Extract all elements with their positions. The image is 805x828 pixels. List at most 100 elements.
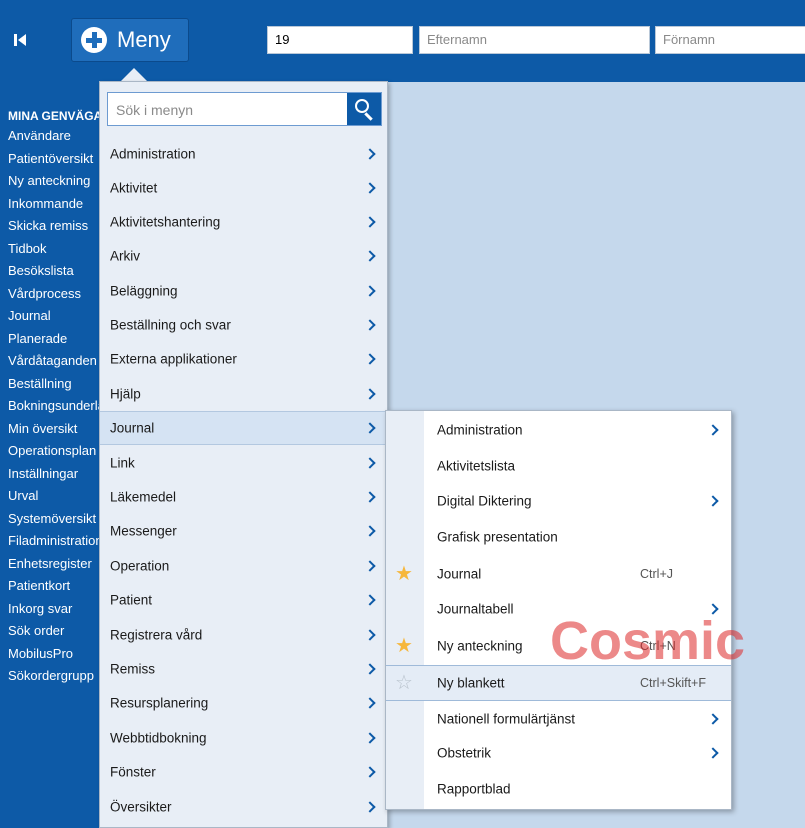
chevron-right-icon xyxy=(364,250,376,262)
chevron-right-icon xyxy=(364,732,376,744)
sidebar-item[interactable]: Operationsplan xyxy=(8,443,96,458)
chevron-right-icon xyxy=(364,319,376,331)
menu-item-aktivitet[interactable]: Aktivitet xyxy=(100,171,387,205)
chevron-right-icon xyxy=(364,594,376,606)
collapse-sidebar-icon[interactable] xyxy=(14,30,34,50)
sidebar-item[interactable]: Vårdåtaganden xyxy=(8,353,97,368)
sidebar-item[interactable]: Besökslista xyxy=(8,263,74,278)
menu-item-journal[interactable]: Journal xyxy=(100,411,387,445)
sidebar-item[interactable]: Skicka remiss xyxy=(8,218,88,233)
menu-search-placeholder: Sök i menyn xyxy=(116,102,194,118)
sidebar-item[interactable]: Journal xyxy=(8,308,51,323)
search-icon xyxy=(355,99,369,113)
menu-item-fonster[interactable]: Fönster xyxy=(100,755,387,789)
menu-item-link[interactable]: Link xyxy=(100,446,387,480)
chevron-right-icon xyxy=(364,182,376,194)
submenu-item-grafisk-presentation[interactable]: Grafisk presentation xyxy=(386,519,731,555)
sidebar-item[interactable]: Vårdprocess xyxy=(8,286,81,301)
menu-item-messenger[interactable]: Messenger xyxy=(100,514,387,548)
menu-item-webbtidbokning[interactable]: Webbtidbokning xyxy=(100,721,387,755)
menu-item-aktivitetshantering[interactable]: Aktivitetshantering xyxy=(100,205,387,239)
sidebar-item[interactable]: Planerade xyxy=(8,331,67,346)
sidebar-heading: MINA GENVÄGAR xyxy=(8,109,110,123)
sidebar-item[interactable]: Bokningsunderlag xyxy=(8,398,110,413)
submenu-item-digital-diktering[interactable]: Digital Diktering xyxy=(386,483,731,519)
chevron-right-icon xyxy=(364,766,376,778)
menu-item-arkiv[interactable]: Arkiv xyxy=(100,239,387,273)
shortcut-text: Ctrl+Skift+F xyxy=(640,676,706,690)
menu-item-patient[interactable]: Patient xyxy=(100,583,387,617)
sidebar-item[interactable]: Inställningar xyxy=(8,466,78,481)
chevron-right-icon xyxy=(364,629,376,641)
favorite-star-icon[interactable]: ★ xyxy=(395,564,413,584)
menu-pointer-arrow xyxy=(120,68,148,82)
submenu-item-journal[interactable]: ★ Journal Ctrl+J xyxy=(386,556,731,592)
chevron-right-icon xyxy=(364,285,376,297)
menu-item-administration[interactable]: Administration xyxy=(100,137,387,171)
sidebar-item[interactable]: Tidbok xyxy=(8,241,47,256)
submenu-item-ny-anteckning[interactable]: ★ Ny anteckning Ctrl+N xyxy=(386,628,731,664)
sidebar-item[interactable]: Min översikt xyxy=(8,421,77,436)
sidebar-item[interactable]: Sök order xyxy=(8,623,64,638)
chevron-right-icon xyxy=(707,424,719,436)
sidebar-item[interactable]: Ny anteckning xyxy=(8,173,90,188)
chevron-right-icon xyxy=(364,422,376,434)
submenu-item-nationell-formulartjanst[interactable]: Nationell formulärtjänst xyxy=(386,701,731,737)
sidebar-item[interactable]: Patientkort xyxy=(8,578,70,593)
submenu-item-journaltabell[interactable]: Journaltabell xyxy=(386,591,731,627)
submenu-item-aktivitetslista[interactable]: Aktivitetslista xyxy=(386,448,731,484)
submenu-item-ny-blankett[interactable]: ☆ Ny blankett Ctrl+Skift+F xyxy=(386,665,731,701)
menu-item-operation[interactable]: Operation xyxy=(100,549,387,583)
sidebar-item[interactable]: MobilusPro xyxy=(8,646,73,661)
menu-item-resursplanering[interactable]: Resursplanering xyxy=(100,686,387,720)
chevron-right-icon xyxy=(707,495,719,507)
sidebar-item[interactable]: Urval xyxy=(8,488,38,503)
plus-icon xyxy=(81,27,107,53)
sidebar-item[interactable]: Filadministration xyxy=(8,533,103,548)
sidebar-item[interactable]: Enhetsregister xyxy=(8,556,92,571)
menu-item-remiss[interactable]: Remiss xyxy=(100,652,387,686)
sidebar-item[interactable]: Inkommande xyxy=(8,196,83,211)
favorite-star-outline-icon[interactable]: ☆ xyxy=(395,673,413,693)
chevron-right-icon xyxy=(364,560,376,572)
menu-item-oversikter[interactable]: Översikter xyxy=(100,790,387,824)
sidebar-item[interactable]: Beställning xyxy=(8,376,72,391)
chevron-right-icon xyxy=(364,525,376,537)
chevron-right-icon xyxy=(364,663,376,675)
menu-item-lakemedel[interactable]: Läkemedel xyxy=(100,480,387,514)
menu-item-bestallning-och-svar[interactable]: Beställning och svar xyxy=(100,308,387,342)
chevron-right-icon xyxy=(364,148,376,160)
sidebar-item[interactable]: Systemöversikt xyxy=(8,511,96,526)
chevron-right-icon xyxy=(707,713,719,725)
lastname-input[interactable]: Efternamn xyxy=(419,26,650,54)
sidebar-item[interactable]: Inkorg svar xyxy=(8,601,72,616)
sidebar-item[interactable]: Patientöversikt xyxy=(8,151,93,166)
sidebar-item[interactable]: Användare xyxy=(8,128,71,143)
chevron-right-icon xyxy=(364,216,376,228)
shortcuts-sidebar: MINA GENVÄGAR Användare Patientöversikt … xyxy=(0,82,110,828)
shortcut-text: Ctrl+J xyxy=(640,567,673,581)
search-button[interactable] xyxy=(347,93,381,125)
chevron-right-icon xyxy=(707,747,719,759)
submenu-item-obstetrik[interactable]: Obstetrik xyxy=(386,735,731,771)
favorite-star-icon[interactable]: ★ xyxy=(395,636,413,656)
journal-submenu-panel: Administration Aktivitetslista Digital D… xyxy=(385,410,732,810)
chevron-right-icon xyxy=(364,801,376,813)
chevron-right-icon xyxy=(364,457,376,469)
sidebar-item[interactable]: Sökordergrupp xyxy=(8,668,94,683)
shortcut-text: Ctrl+N xyxy=(640,639,676,653)
chevron-right-icon xyxy=(364,491,376,503)
menu-item-registrera-vard[interactable]: Registrera vård xyxy=(100,618,387,652)
chevron-right-icon xyxy=(364,388,376,400)
menu-item-externa-applikationer[interactable]: Externa applikationer xyxy=(100,342,387,376)
menu-button-label: Meny xyxy=(117,27,171,52)
firstname-input[interactable]: Förnamn xyxy=(655,26,805,54)
menu-item-belaggning[interactable]: Beläggning xyxy=(100,274,387,308)
submenu-item-rapportblad[interactable]: Rapportblad xyxy=(386,771,731,807)
submenu-item-administration[interactable]: Administration xyxy=(386,412,731,448)
menu-search-input[interactable]: Sök i menyn xyxy=(107,92,382,126)
personnummer-input[interactable]: 19 xyxy=(267,26,413,54)
chevron-right-icon xyxy=(364,697,376,709)
menu-button[interactable]: Meny xyxy=(71,18,189,62)
menu-item-hjalp[interactable]: Hjälp xyxy=(100,377,387,411)
